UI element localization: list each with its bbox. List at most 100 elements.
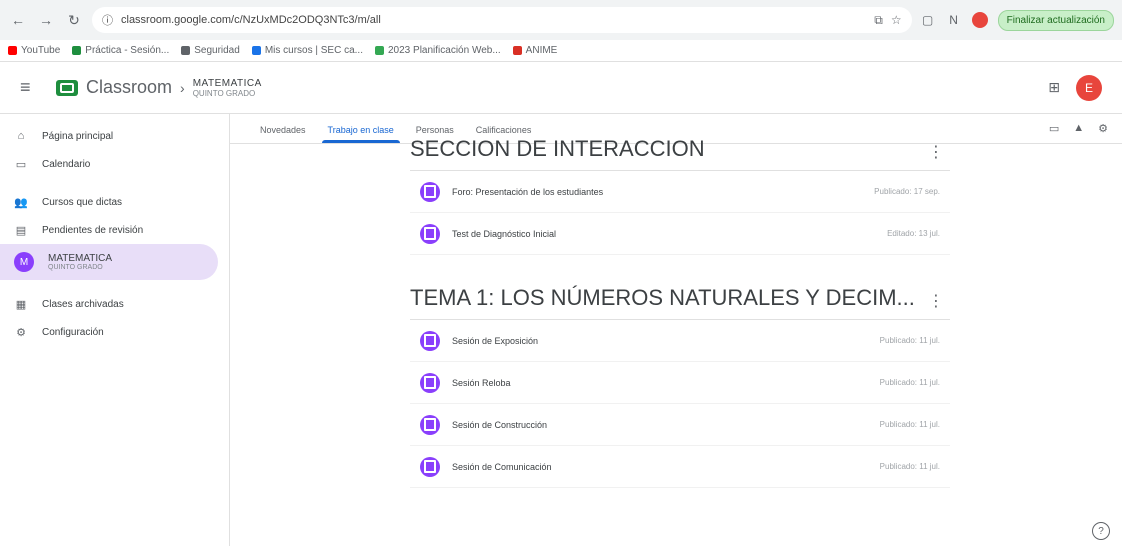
classwork-item-date: Editado: 13 jul. <box>887 229 940 238</box>
sidebar-item-people[interactable]: 👥 Cursos que dictas <box>0 188 229 216</box>
bookmark-item[interactable]: Seguridad <box>181 45 240 56</box>
assignment-icon <box>420 456 440 477</box>
bookmark-item[interactable]: ANIME <box>512 45 557 56</box>
back-icon[interactable]: ← <box>8 10 28 30</box>
classwork-item[interactable]: Foro: Presentación de los estudiantes Pub… <box>410 171 950 213</box>
sidebar-item-label-wrap: Clases archivadas <box>42 299 124 310</box>
classwork-item-title: Sesión de Exposición <box>452 335 539 346</box>
bookmark-item[interactable]: Práctica - Sesión... <box>72 45 169 56</box>
course-subtitle: QUINTO GRADO <box>192 88 256 98</box>
sidebar-divider <box>0 178 229 188</box>
sidebar-item-label: Pendientes de revisión <box>42 224 144 236</box>
sidebar-item-home[interactable]: ⌂ Página principal <box>0 122 229 150</box>
settings-icon[interactable]: ⚙ <box>1098 122 1108 135</box>
bookmark-favicon-icon <box>8 46 17 55</box>
bookmark-label: Práctica - Sesión... <box>85 45 170 56</box>
topic-section: SECCION DE INTERACCION ⋮ Foro: Presentació… <box>410 136 950 255</box>
sidebar-item-label-wrap: Cursos que dictas <box>42 197 122 208</box>
sidebar-item-gear[interactable]: ⚙ Configuración <box>0 318 229 346</box>
bookmark-label: YouTube <box>21 45 61 56</box>
section-title[interactable]: TEMA 1: LOS NÚMEROS NATURALES Y DECIM... <box>410 285 915 311</box>
finish-update-button[interactable]: Finalizar actualización <box>997 9 1114 31</box>
profile-avatar[interactable] <box>971 12 988 28</box>
sidebar-item-label-wrap: Página principal <box>42 131 113 142</box>
sidebar-item-label-wrap: Configuración <box>42 327 104 338</box>
forward-icon[interactable]: → <box>36 10 56 30</box>
classwork-item[interactable]: Sesión de Construcción Publicado: 11 jul. <box>410 404 950 446</box>
more-options-icon[interactable]: ⋮ <box>928 291 950 311</box>
tab-2[interactable]: Personas <box>416 125 454 143</box>
assignment-icon <box>420 181 440 202</box>
avatar[interactable]: E <box>1076 74 1102 101</box>
help-icon[interactable]: ? <box>1092 522 1110 540</box>
classwork-item-title: Test de Diagnóstico Inicial <box>452 228 557 239</box>
sidebar-divider <box>0 280 229 290</box>
classwork-list: SECCION DE INTERACCION ⋮ Foro: Presentació… <box>410 136 950 488</box>
classwork-item-title: Sesión Reloba <box>452 377 511 388</box>
bookmark-favicon-icon <box>512 46 522 55</box>
bookmark-label: Mis cursos | SEC ca... <box>264 45 363 56</box>
calendar-icon[interactable]: ▭ <box>1049 122 1059 135</box>
classwork-item[interactable]: Sesión de Comunicación Publicado: 11 jul. <box>410 446 950 488</box>
sidebar-item-label: Configuración <box>42 326 104 338</box>
bookmark-label: Seguridad <box>194 45 240 56</box>
site-info-icon[interactable]: ⓘ <box>102 12 113 28</box>
chevron-right-icon: › <box>180 79 185 96</box>
classwork-item[interactable]: Sesión de Exposición Publicado: 11 jul. <box>410 320 950 362</box>
translate-icon[interactable]: ⧉ <box>874 13 883 28</box>
bookmark-item[interactable]: YouTube <box>8 45 60 56</box>
reload-icon[interactable]: ↻ <box>64 10 84 30</box>
classwork-item[interactable]: Test de Diagnóstico Inicial Editado: 13 j… <box>410 213 950 255</box>
tab-0[interactable]: Novedades <box>260 125 306 143</box>
sidebar-item-label-wrap: Calendario <box>42 159 90 170</box>
sidebar-item-label: Calendario <box>42 158 91 170</box>
section-title[interactable]: SECCION DE INTERACCION <box>410 136 705 162</box>
topic-section: TEMA 1: LOS NÚMEROS NATURALES Y DECIM...… <box>410 285 950 488</box>
sidebar-item-label: Página principal <box>42 130 114 142</box>
bookmark-favicon-icon <box>375 46 384 55</box>
url-text: classroom.google.com/c/NzUxMDc2ODQ3NTc3/… <box>121 14 381 26</box>
bookmarks-bar: YouTube Práctica - Sesión... Seguridad Mis … <box>0 40 1122 62</box>
bookmark-item[interactable]: 2023 Planificación Web... <box>375 45 501 56</box>
course-icon: M <box>14 252 34 272</box>
tab-1[interactable]: Trabajo en clase <box>321 125 401 143</box>
classwork-item-title: Sesión de Comunicación <box>452 461 552 472</box>
sidebar-item-course[interactable]: M MATEMATICA QUINTO GRADO <box>0 244 218 280</box>
bookmark-favicon-icon <box>181 46 191 55</box>
menu-icon[interactable]: ≡ <box>20 77 40 98</box>
bookmark-favicon-icon <box>72 46 82 55</box>
breadcrumb-course[interactable]: MATEMATICA QUINTO GRADO <box>193 78 262 98</box>
drive-folder-icon[interactable]: ▲ <box>1073 122 1084 135</box>
bookmark-item[interactable]: Mis cursos | SEC ca... <box>251 45 363 56</box>
sidebar-item-label: Clases archivadas <box>42 298 124 310</box>
bookmark-favicon-icon <box>251 46 261 55</box>
classroom-logo[interactable] <box>56 79 78 96</box>
classwork-item-date: Publicado: 11 jul. <box>879 336 940 345</box>
classwork-item-date: Publicado: 17 sep. <box>874 187 940 196</box>
course-title: MATEMATICA <box>192 77 262 89</box>
sidebar-item-label: MATEMATICA <box>48 253 113 264</box>
assignment-icon <box>420 223 440 244</box>
todo-icon: ▤ <box>15 224 27 237</box>
sidebar-item-todo[interactable]: ▤ Pendientes de revisión <box>0 216 229 244</box>
app-name[interactable]: Classroom <box>86 77 172 98</box>
sidebar: ⌂ Página principal ▭ Calendario 👥 Cursos que … <box>0 114 230 546</box>
sidebar-item-label-wrap: MATEMATICA QUINTO GRADO <box>48 253 112 271</box>
sidebar-item-sublabel: QUINTO GRADO <box>48 264 103 271</box>
profile-initial[interactable]: N <box>946 12 962 28</box>
bookmark-label: 2023 Planificación Web... <box>388 45 501 56</box>
classwork-item-date: Publicado: 11 jul. <box>879 462 940 471</box>
classwork-item-title: Sesión de Construcción <box>452 419 548 430</box>
bookmark-star-icon[interactable]: ☆ <box>891 13 902 28</box>
classwork-item[interactable]: Sesión Reloba Publicado: 11 jul. <box>410 362 950 404</box>
sidebar-item-calendar[interactable]: ▭ Calendario <box>0 150 229 178</box>
sidebar-item-archive[interactable]: ▦ Clases archivadas <box>0 290 229 318</box>
sidebar-item-label: Cursos que dictas <box>42 196 123 208</box>
extensions-icon[interactable]: ▢ <box>920 12 936 28</box>
archive-icon: ▦ <box>15 298 27 311</box>
browser-toolbar: ← → ↻ ⓘ classroom.google.com/c/NzUxMDc2O… <box>0 0 1122 40</box>
more-options-icon[interactable]: ⋮ <box>928 142 950 162</box>
address-bar[interactable]: ⓘ classroom.google.com/c/NzUxMDc2ODQ3NTc… <box>92 7 912 33</box>
apps-grid-icon[interactable]: ⊞ <box>1048 79 1060 96</box>
tab-3[interactable]: Calificaciones <box>476 125 532 143</box>
